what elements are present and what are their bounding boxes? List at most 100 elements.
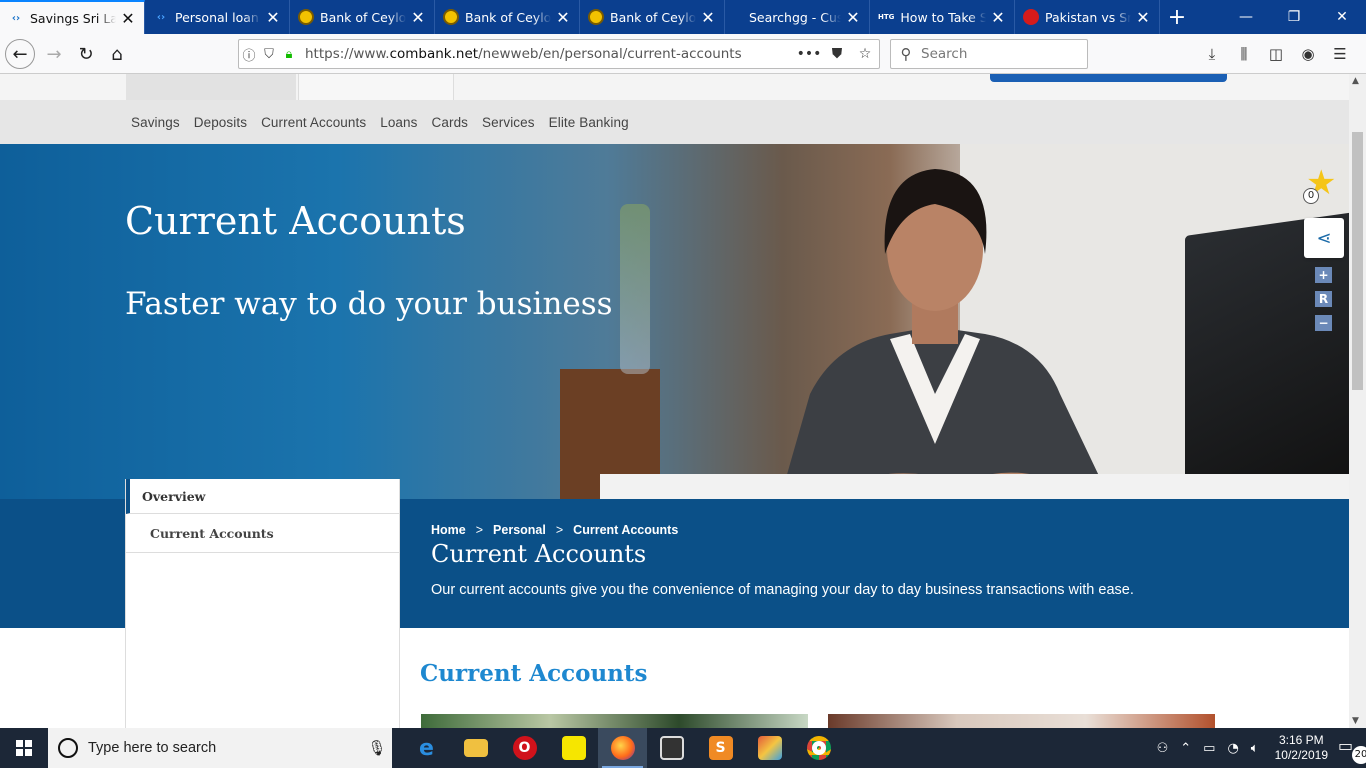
people-icon[interactable]: ⚇ <box>1157 741 1169 756</box>
start-button[interactable] <box>0 728 48 768</box>
cricket-icon <box>1023 9 1039 25</box>
content-heading: Current Accounts <box>420 660 648 687</box>
wifi-icon[interactable]: ◔ <box>1227 741 1238 756</box>
show-hidden-icons-icon[interactable]: ⌃ <box>1180 741 1191 756</box>
account-icon[interactable]: ◉ <box>1292 40 1324 68</box>
pocket-icon[interactable]: ⛊ <box>823 46 851 62</box>
taskbar-edge[interactable]: e <box>402 728 451 768</box>
lock-icon[interactable]: 🔒︎ <box>279 47 299 62</box>
menu-deposits[interactable]: Deposits <box>194 115 247 130</box>
menu-current-accounts[interactable]: Current Accounts <box>261 115 366 130</box>
browser-tab-4[interactable]: Bank of Ceylon ✕ <box>435 0 580 34</box>
taskbar-sublime[interactable]: S <box>696 728 745 768</box>
menu-cards[interactable]: Cards <box>432 115 469 130</box>
search-placeholder: Search <box>921 46 968 62</box>
browser-tab-7[interactable]: HTG How to Take Sc ✕ <box>870 0 1015 34</box>
breadcrumb-separator: > <box>555 523 564 537</box>
sidebar-icon[interactable]: ◫ <box>1260 40 1292 68</box>
menu-services[interactable]: Services <box>482 115 535 130</box>
hero-banner: Current Accounts Faster way to do your b… <box>0 144 1349 499</box>
main-menu: Savings Deposits Current Accounts Loans … <box>0 100 1349 144</box>
action-center-icon[interactable]: ▭ 20 <box>1338 736 1366 764</box>
close-tab-icon[interactable]: ✕ <box>555 8 571 27</box>
clock[interactable]: 3:16 PM 10/2/2019 <box>1275 733 1328 763</box>
taskbar-file-explorer[interactable] <box>451 728 500 768</box>
taskbar-firefox[interactable] <box>598 728 647 768</box>
close-tab-icon[interactable]: ✕ <box>265 8 281 27</box>
share-icon[interactable]: ⋖ <box>1304 218 1344 258</box>
taskbar-chrome[interactable] <box>794 728 843 768</box>
breadcrumb-home[interactable]: Home <box>431 523 466 537</box>
taskbar-video-editor[interactable] <box>647 728 696 768</box>
browser-tab-1[interactable]: ‹› Savings Sri Lanka ✕ <box>0 0 145 34</box>
close-tab-icon[interactable]: ✕ <box>845 8 861 27</box>
microphone-icon[interactable]: 🎙︎ <box>362 739 392 757</box>
combank-icon: ‹› <box>156 11 166 23</box>
close-tab-icon[interactable]: ✕ <box>700 8 716 27</box>
info-icon[interactable]: ⓘ <box>239 45 259 64</box>
back-button[interactable]: ← <box>5 39 35 69</box>
close-tab-icon[interactable]: ✕ <box>1135 8 1151 27</box>
browser-tab-8[interactable]: Pakistan vs Sri L ✕ <box>1015 0 1160 34</box>
tab-title: Bank of Ceylon <box>610 9 696 25</box>
hero-woman-image <box>780 169 1110 499</box>
library-icon[interactable]: ⫼ <box>1228 40 1260 68</box>
new-tab-button[interactable]: + <box>1160 0 1194 34</box>
site-segment-tab-active[interactable] <box>126 74 296 100</box>
tracking-shield-icon[interactable]: ⛉ <box>259 47 279 62</box>
taskbar-opera[interactable]: O <box>500 728 549 768</box>
menu-loans[interactable]: Loans <box>380 115 417 130</box>
page-scrollbar[interactable]: ▲ ▼ <box>1349 74 1366 728</box>
search-icon: ⚲ <box>900 45 912 63</box>
forward-button[interactable]: → <box>40 40 68 68</box>
tab-title: How to Take Sc <box>900 9 986 25</box>
minimize-icon[interactable]: — <box>1222 0 1270 34</box>
scroll-up-arrow-icon[interactable]: ▲ <box>1352 76 1359 86</box>
breadcrumb-current[interactable]: Current Accounts <box>573 523 678 537</box>
zoom-reset-button[interactable]: R <box>1315 291 1332 307</box>
browser-tab-5[interactable]: Bank of Ceylon ✕ <box>580 0 725 34</box>
sublime-icon: S <box>708 736 733 760</box>
account-card-image[interactable] <box>421 714 808 728</box>
restore-icon[interactable]: ❐ <box>1270 0 1318 34</box>
url-text[interactable]: https://www.combank.net/newweb/en/person… <box>305 46 795 62</box>
cortana-icon <box>58 738 78 758</box>
menu-icon[interactable]: ☰ <box>1324 40 1356 68</box>
close-tab-icon[interactable]: ✕ <box>410 8 426 27</box>
breadcrumb-personal[interactable]: Personal <box>493 523 546 537</box>
bookmark-star-icon[interactable]: ☆ <box>851 46 879 62</box>
taskbar-sticky-notes[interactable] <box>549 728 598 768</box>
taskbar-search-input[interactable]: Type here to search 🎙︎ <box>48 728 392 768</box>
close-tab-icon[interactable]: ✕ <box>120 9 136 28</box>
home-button[interactable]: ⌂ <box>103 40 131 68</box>
zoom-in-button[interactable]: + <box>1315 267 1332 283</box>
scrollbar-thumb[interactable] <box>1352 132 1363 390</box>
sidenav-current-accounts[interactable]: Current Accounts <box>126 514 399 553</box>
browser-tab-6[interactable]: Searchgg - Custom ✕ <box>725 0 870 34</box>
htg-icon: HTG <box>878 13 895 21</box>
volume-icon[interactable]: 🔈︎ <box>1251 741 1259 756</box>
close-tab-icon[interactable]: ✕ <box>990 8 1006 27</box>
taskbar-paint[interactable] <box>745 728 794 768</box>
account-card-image[interactable] <box>828 714 1215 728</box>
browser-tab-3[interactable]: Bank of Ceylon ✕ <box>290 0 435 34</box>
opera-icon: O <box>512 736 537 760</box>
boc-icon <box>298 9 314 25</box>
close-window-icon[interactable]: ✕ <box>1318 0 1366 34</box>
login-button[interactable] <box>990 74 1227 82</box>
reload-button[interactable]: ↻ <box>72 40 100 68</box>
page-actions-icon[interactable]: ••• <box>795 46 823 62</box>
site-top-bar <box>0 74 1349 100</box>
scroll-down-arrow-icon[interactable]: ▼ <box>1352 716 1359 726</box>
battery-icon[interactable]: ▭ <box>1203 741 1215 756</box>
site-segment-tab[interactable] <box>298 74 454 100</box>
downloads-icon[interactable]: ⤓ <box>1196 40 1228 68</box>
url-bar[interactable]: ⓘ ⛉ 🔒︎ https://www.combank.net/newweb/en… <box>238 39 880 69</box>
menu-elite-banking[interactable]: Elite Banking <box>549 115 629 130</box>
intro-title: Current Accounts <box>431 540 647 568</box>
search-input[interactable]: ⚲ Search <box>890 39 1088 69</box>
menu-savings[interactable]: Savings <box>131 115 180 130</box>
browser-tab-2[interactable]: ‹› Personal loan | ✕ <box>145 0 290 34</box>
sidenav-overview[interactable]: Overview <box>126 479 399 514</box>
zoom-out-button[interactable]: − <box>1315 315 1332 331</box>
